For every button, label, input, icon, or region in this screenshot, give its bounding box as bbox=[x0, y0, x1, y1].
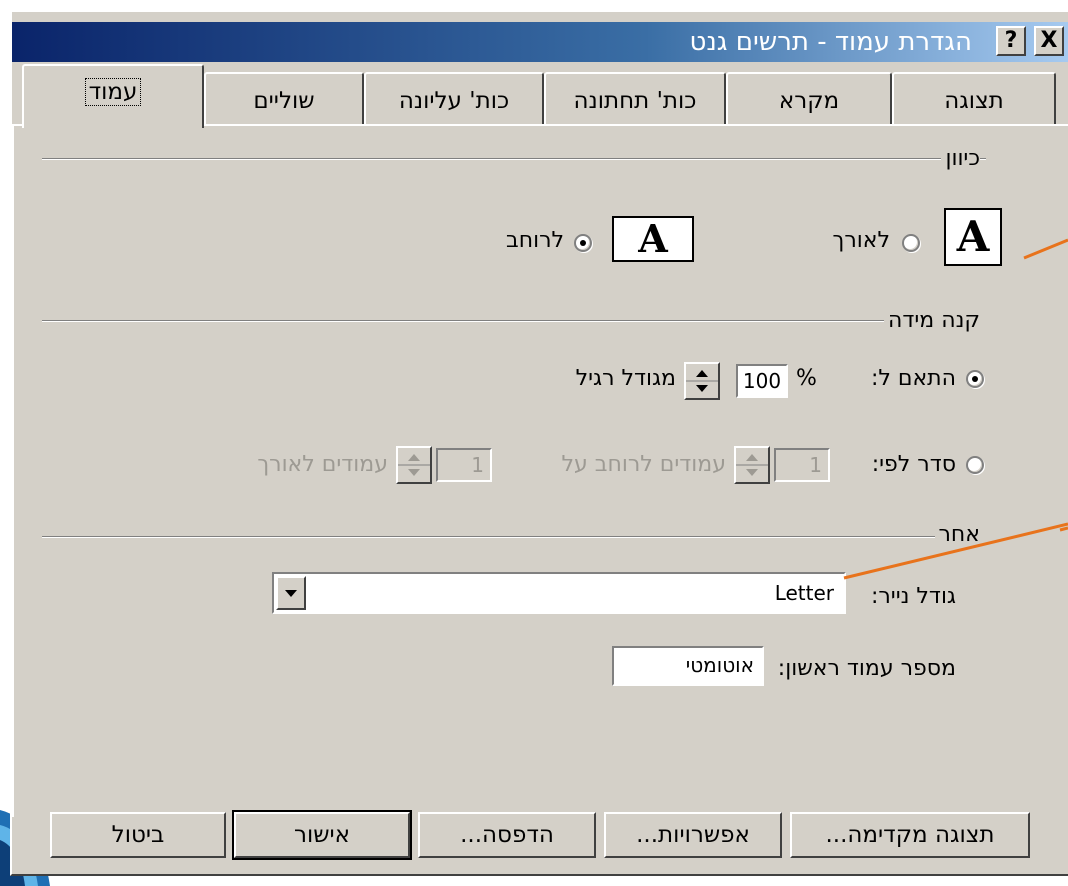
tab-legend[interactable]: מקרא bbox=[726, 72, 892, 126]
tab-page[interactable]: עמוד bbox=[22, 64, 204, 128]
options-button[interactable]: אפשרויות... bbox=[604, 812, 782, 858]
close-button[interactable]: X bbox=[1034, 26, 1064, 56]
tab-view[interactable]: תצוגה bbox=[892, 72, 1056, 126]
tab-margins[interactable]: שוליים bbox=[204, 72, 364, 126]
tab-panel bbox=[12, 124, 1068, 817]
callout-line-paper bbox=[843, 522, 1068, 580]
tab-footer[interactable]: כות' תחתונה bbox=[544, 72, 726, 126]
ok-button[interactable]: אישור bbox=[232, 810, 412, 860]
print-button[interactable]: הדפסה... bbox=[418, 812, 596, 858]
title-bar: הגדרת עמוד - תרשים גנט ? X bbox=[12, 22, 1068, 62]
cancel-button[interactable]: ביטול bbox=[50, 812, 226, 858]
window-title: הגדרת עמוד - תרשים גנט bbox=[689, 27, 972, 57]
tab-header[interactable]: כות' עליונה bbox=[364, 72, 544, 126]
help-button[interactable]: ? bbox=[996, 26, 1026, 56]
print-preview-button[interactable]: תצוגה מקדימה... bbox=[790, 812, 1030, 858]
